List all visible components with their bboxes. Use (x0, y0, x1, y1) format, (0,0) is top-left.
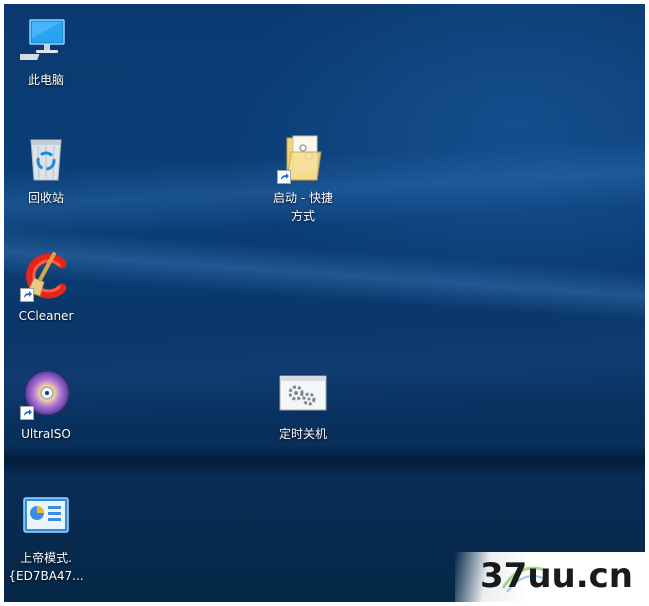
shadow-band (4, 444, 645, 478)
icon-label: UltraISO (21, 427, 71, 441)
desktop-icon-god-mode[interactable]: 上帝模式. {ED7BA47... (6, 492, 86, 585)
icon-label: 启动 - 快捷 方式 (273, 189, 333, 225)
ccleaner-icon (20, 250, 72, 302)
shortcut-arrow-icon (20, 288, 34, 302)
watermark-text: 37uu.cn (480, 556, 633, 596)
site-watermark: 37uu.cn (455, 552, 645, 602)
desktop-icon-ccleaner[interactable]: CCleaner (6, 250, 86, 325)
icon-label-line2: {ED7BA47... (8, 569, 84, 583)
icon-label: 上帝模式. {ED7BA47... (8, 549, 83, 585)
icon-label: 回收站 (27, 191, 64, 205)
ultraiso-disc-icon (20, 368, 72, 420)
startup-folder-icon (277, 132, 329, 184)
settings-window-icon (277, 368, 329, 420)
icon-label: CCleaner (18, 309, 74, 323)
desktop-icon-scheduled-shutdown[interactable]: 定时关机 (263, 368, 343, 443)
shortcut-arrow-icon (20, 406, 34, 420)
light-beam (4, 226, 645, 322)
desktop-background: 此电脑 回收站 CCleaner UltraISO 上帝模式. {ED7BA47… (4, 4, 645, 602)
shortcut-arrow-icon (277, 170, 291, 184)
computer-icon (11, 14, 72, 66)
icon-label-line1: 启动 - 快捷 (273, 191, 333, 205)
desktop-icon-this-pc[interactable]: 此电脑 (6, 14, 86, 89)
desktop-icon-startup-shortcut[interactable]: 启动 - 快捷 方式 (263, 132, 343, 225)
desktop-icon-ultraiso[interactable]: UltraISO (6, 368, 86, 443)
icon-label: 定时关机 (278, 427, 327, 441)
icon-label-line1: 上帝模式. (20, 551, 72, 565)
desktop-icon-recycle-bin[interactable]: 回收站 (6, 132, 86, 207)
icon-label: 此电脑 (27, 73, 64, 87)
icon-label-line2: 方式 (290, 209, 315, 223)
recycle-bin-icon (20, 132, 72, 184)
control-panel-icon (20, 492, 72, 544)
